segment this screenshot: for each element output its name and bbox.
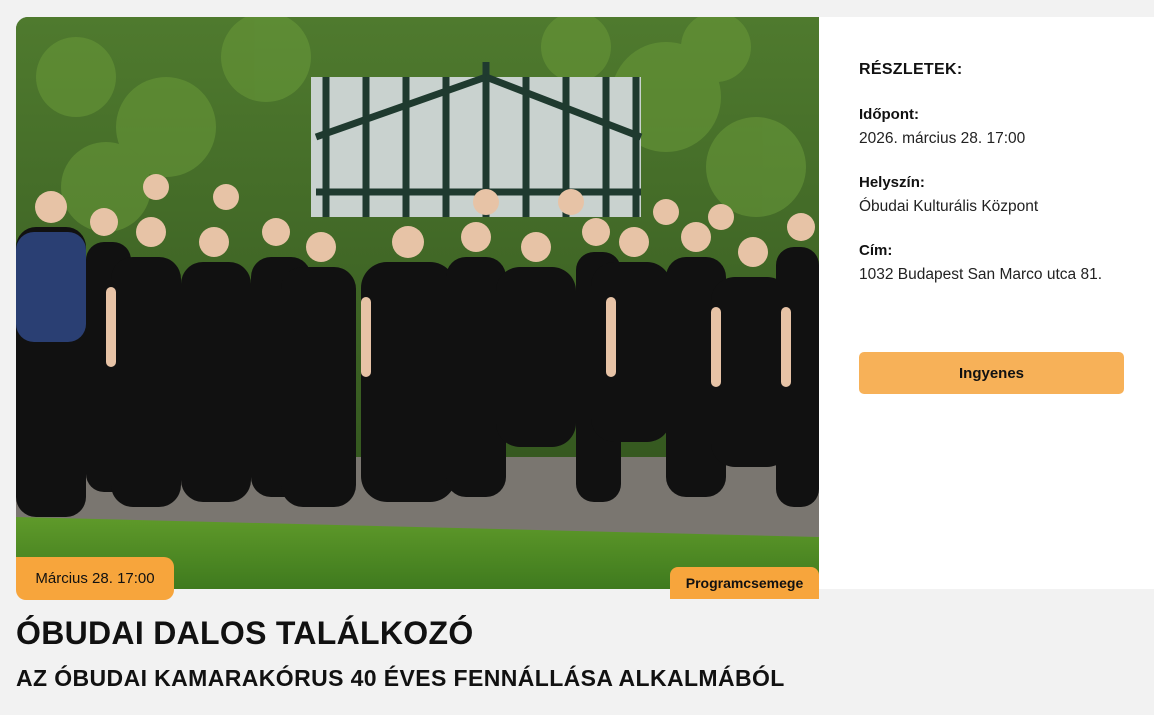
address-value: 1032 Budapest San Marco utca 81. — [859, 266, 1102, 283]
event-date-badge: Március 28. 17:00 — [16, 557, 174, 600]
event-title: ÓBUDAI DALOS TALÁLKOZÓ — [16, 615, 474, 651]
choir-photo-illustration — [16, 17, 819, 589]
price-button[interactable]: Ingyenes — [859, 352, 1124, 394]
event-subtitle: AZ ÓBUDAI KAMARAKÓRUS 40 ÉVES FENNÁLLÁSA… — [16, 665, 785, 691]
time-value: 2026. március 28. 17:00 — [859, 130, 1026, 147]
venue-value: Óbudai Kulturális Központ — [859, 198, 1039, 215]
event-category-tag[interactable]: Programcsemege — [670, 567, 819, 599]
address-label: Cím: — [859, 242, 893, 259]
time-label: Időpont: — [859, 106, 919, 123]
venue-label: Helyszín: — [859, 174, 925, 191]
details-panel: RÉSZLETEK: Időpont: 2026. március 28. 17… — [819, 17, 1154, 589]
details-heading: RÉSZLETEK: — [859, 61, 963, 78]
event-photo — [16, 17, 819, 589]
